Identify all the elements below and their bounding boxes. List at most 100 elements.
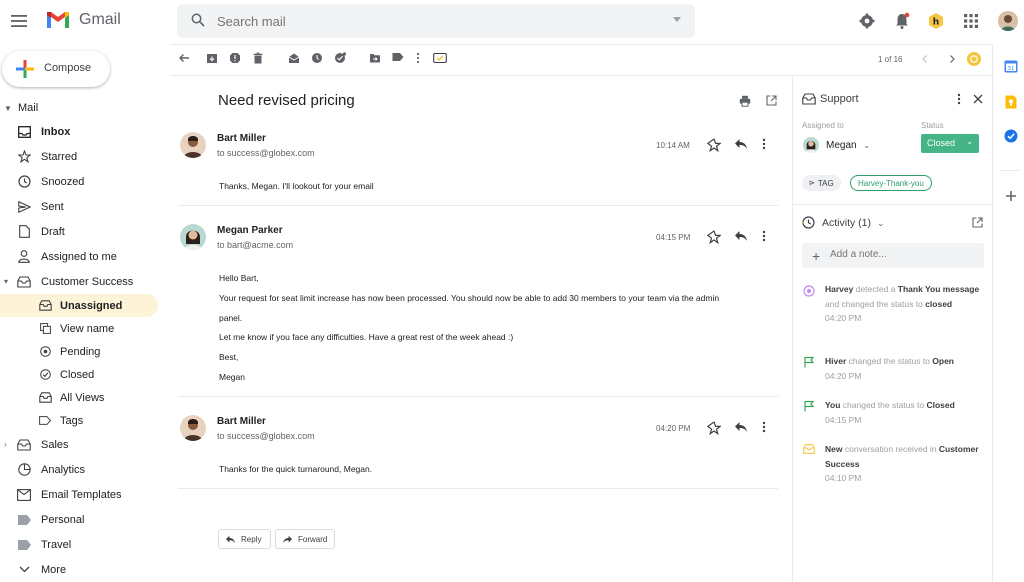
assignee-select[interactable]: Megan ⌄	[826, 140, 870, 151]
search-options-icon[interactable]	[673, 17, 681, 22]
menu-icon[interactable]	[10, 12, 28, 30]
sidebar-item-customer-success[interactable]: ▾ Customer Success	[0, 269, 170, 294]
reply-button[interactable]: Reply	[218, 529, 271, 549]
activity-subject: Thank You message	[897, 284, 980, 294]
previous-page-icon[interactable]	[920, 54, 930, 64]
sidebar-subitem-unassigned[interactable]: Unassigned	[0, 294, 158, 317]
gmail-logo-icon[interactable]	[45, 10, 71, 30]
more-vert-icon[interactable]	[416, 52, 430, 66]
sidebar-subitem-view-name[interactable]: View name	[0, 317, 170, 340]
tag-label-chip[interactable]: ⊳ TAG	[802, 175, 841, 191]
label-icon[interactable]	[392, 52, 406, 66]
assignee-avatar	[803, 137, 819, 153]
keep-icon[interactable]	[1004, 95, 1018, 109]
sidebar-item-label: Email Templates	[41, 488, 122, 501]
hiver-status-icon[interactable]	[967, 52, 981, 66]
sidebar-item-travel[interactable]: Travel	[0, 532, 170, 557]
message-recipient: to bart@acme.com	[217, 240, 294, 250]
activity-time: 04:15 PM	[825, 414, 862, 425]
sidebar-item-email-templates[interactable]: Email Templates	[0, 482, 170, 507]
activity-toggle[interactable]: Activity (1) ⌄	[822, 217, 884, 229]
next-page-icon[interactable]	[947, 54, 957, 64]
more-vert-icon[interactable]	[957, 93, 961, 105]
sender-avatar	[180, 415, 206, 441]
sidebar-item-inbox[interactable]: Inbox	[0, 119, 170, 144]
add-note-input[interactable]	[830, 249, 970, 260]
hiver-icon[interactable]: h	[927, 12, 945, 30]
settings-icon[interactable]	[858, 12, 876, 30]
inbox-icon	[38, 299, 52, 313]
person-icon	[17, 250, 31, 264]
expand-arrow-icon[interactable]: ▾	[4, 277, 8, 286]
chevron-down-icon	[17, 563, 31, 577]
sidebar-subitem-all-views[interactable]: All Views	[0, 386, 170, 409]
sidebar-item-analytics[interactable]: Analytics	[0, 457, 170, 482]
sidebar-item-more[interactable]: More	[0, 557, 170, 582]
notifications-icon[interactable]	[893, 12, 911, 30]
search-icon[interactable]	[191, 13, 205, 27]
calendar-icon[interactable]: 31	[1004, 59, 1018, 73]
tasks-icon[interactable]	[1004, 129, 1018, 143]
assignee-name: Megan	[826, 140, 857, 151]
label-icon	[17, 538, 31, 552]
pager-text: 1 of 16	[878, 55, 903, 64]
open-new-window-icon[interactable]	[766, 95, 778, 107]
message-toolbar	[178, 52, 790, 68]
collapse-arrow-icon[interactable]: ▼	[4, 104, 12, 113]
apps-grid-icon[interactable]	[962, 12, 980, 30]
compose-button[interactable]: Compose	[2, 51, 110, 87]
star-icon[interactable]	[707, 421, 721, 435]
tag-chip[interactable]: Harvey-Thank-you	[850, 175, 932, 191]
copy-icon	[38, 322, 52, 336]
sidebar-subitem-tags[interactable]: Tags	[0, 409, 170, 432]
reply-icon[interactable]	[734, 421, 748, 435]
sidebar-subitem-closed[interactable]: Closed	[0, 363, 170, 386]
more-vert-icon[interactable]	[762, 421, 776, 435]
sidebar-item-snoozed[interactable]: Snoozed	[0, 169, 170, 194]
sidebar-item-sent[interactable]: Sent	[0, 194, 170, 219]
message-body: Hello Bart, Your request for seat limit …	[219, 269, 779, 388]
add-task-icon[interactable]	[334, 52, 348, 66]
snooze-icon[interactable]	[311, 52, 325, 66]
search-bar[interactable]	[177, 4, 695, 38]
sidebar-item-label: Tags	[60, 414, 84, 427]
sidebar-item-personal[interactable]: Personal	[0, 507, 170, 532]
more-vert-icon[interactable]	[762, 230, 776, 244]
expand-arrow-icon[interactable]: ›	[4, 440, 7, 449]
sidebar-subitem-pending[interactable]: Pending	[0, 340, 170, 363]
account-avatar[interactable]	[998, 11, 1018, 31]
pending-icon	[38, 345, 52, 359]
sidebar-item-assigned-to-me[interactable]: Assigned to me	[0, 244, 170, 269]
archive-icon[interactable]	[206, 52, 220, 66]
mark-unread-icon[interactable]	[288, 52, 302, 66]
inbox-icon	[802, 93, 816, 105]
hiver-tag-icon[interactable]	[433, 52, 447, 66]
move-to-icon[interactable]	[369, 52, 383, 66]
close-icon[interactable]	[973, 94, 983, 104]
add-note-box[interactable]: +	[802, 243, 984, 268]
add-icon[interactable]	[1004, 189, 1018, 203]
harvey-bot-icon	[803, 285, 815, 297]
reply-icon[interactable]	[734, 230, 748, 244]
more-vert-icon[interactable]	[762, 138, 776, 152]
status-dropdown[interactable]: Closed ⌄	[921, 134, 979, 153]
sidebar-section-mail[interactable]: ▼ Mail	[0, 97, 170, 119]
delete-icon[interactable]	[252, 52, 266, 66]
search-input[interactable]	[217, 12, 647, 30]
star-icon[interactable]	[707, 230, 721, 244]
report-spam-icon[interactable]	[229, 52, 243, 66]
open-new-window-icon[interactable]	[972, 217, 983, 228]
activity-text: and changed the status to	[825, 298, 926, 309]
message-divider	[178, 205, 778, 206]
star-icon[interactable]	[707, 138, 721, 152]
forward-button[interactable]: Forward	[275, 529, 335, 549]
activity-entry: Harvey detected a Thank You message and …	[825, 282, 985, 326]
print-icon[interactable]	[739, 95, 751, 107]
sidebar-item-starred[interactable]: Starred	[0, 144, 170, 169]
reply-icon[interactable]	[734, 138, 748, 152]
sidebar-item-draft[interactable]: Draft	[0, 219, 170, 244]
back-arrow-icon[interactable]	[178, 52, 192, 66]
chevron-down-icon: ⌄	[863, 141, 871, 150]
sidebar-item-sales[interactable]: › Sales	[0, 432, 170, 457]
reply-button-label: Reply	[241, 534, 262, 544]
